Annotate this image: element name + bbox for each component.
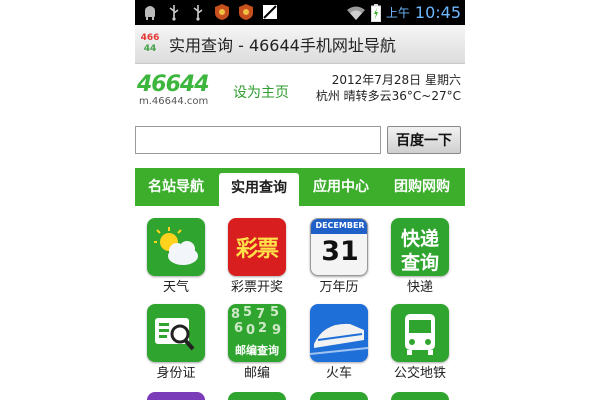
brand-url: m.46644.com xyxy=(139,96,209,107)
express-icon-text1: 快递 xyxy=(400,228,439,250)
site-logo[interactable]: 46644 m.46644.com xyxy=(137,72,210,108)
postcode-icon: 8575 6029 邮编查询 xyxy=(228,304,286,362)
wifi-icon xyxy=(346,6,365,20)
site-favicon: 466 44 xyxy=(139,32,161,56)
lottery-icon: 彩票 xyxy=(228,218,286,276)
id-card-icon xyxy=(147,304,205,362)
grid-item-label: 火车 xyxy=(325,366,352,381)
partial-tile[interactable] xyxy=(147,392,205,400)
svg-text:9: 9 xyxy=(272,323,281,338)
tab-famous-sites[interactable]: 名站导航 xyxy=(137,168,215,206)
train-icon xyxy=(310,304,368,362)
express-icon-text2: 查询 xyxy=(400,252,439,274)
set-homepage-link[interactable]: 设为主页 xyxy=(233,82,289,102)
svg-text:0: 0 xyxy=(246,323,255,338)
grid-item-express[interactable]: 快递 查询 快递 xyxy=(380,218,460,302)
partial-tile[interactable] xyxy=(391,392,449,400)
grid-item-label: 邮编 xyxy=(243,366,270,381)
svg-text:8: 8 xyxy=(231,307,240,322)
calendar-icon: DECEMBER 31 xyxy=(310,218,368,276)
grid-item-calendar[interactable]: DECEMBER 31 万年历 xyxy=(299,218,379,302)
date-text: 2012年7月28日 星期六 xyxy=(331,73,461,87)
svg-text:6: 6 xyxy=(234,321,243,336)
lottery-icon-text: 彩票 xyxy=(235,237,279,262)
grid-item-id-card[interactable]: 身份证 xyxy=(136,304,216,388)
battery-icon xyxy=(370,3,381,22)
grid-item-weather[interactable]: 天气 xyxy=(136,218,216,302)
grid-item-label: 万年历 xyxy=(319,280,359,295)
site-header: 46644 m.46644.com 设为主页 2012年7月28日 星期六 杭州… xyxy=(135,64,465,120)
svg-text:2: 2 xyxy=(258,321,267,336)
time-period: 上午 xyxy=(385,6,410,20)
grid-item-label: 公交地铁 xyxy=(393,366,446,381)
baidu-search-button[interactable]: 百度一下 xyxy=(387,126,461,154)
page-title: 实用查询 - 46644手机网址导航 xyxy=(169,36,396,55)
calendar-day: 31 xyxy=(321,236,359,267)
browser-title-bar: 466 44 实用查询 - 46644手机网址导航 xyxy=(135,25,465,64)
partial-tile[interactable] xyxy=(228,392,286,400)
notification-icons xyxy=(141,3,279,21)
brand-name: 46644 xyxy=(137,72,210,97)
tab-group-buying[interactable]: 团购网购 xyxy=(383,168,461,206)
phone-screen: 上午 10:45 466 44 实用查询 - 46644手机网址导航 46644… xyxy=(135,0,465,400)
grid-item-train[interactable]: 火车 xyxy=(299,304,379,388)
grid-item-label: 天气 xyxy=(162,280,189,295)
grid-item-bus[interactable]: 公交地铁 xyxy=(380,304,460,388)
bus-icon xyxy=(391,304,449,362)
system-status: 上午 10:45 xyxy=(346,0,461,25)
grid-item-label: 身份证 xyxy=(156,366,196,381)
grid-item-label: 彩票开奖 xyxy=(230,280,283,295)
grid-item-lottery[interactable]: 彩票 彩票开奖 xyxy=(217,218,297,302)
category-tabs: 名站导航 实用查询 应用中心 团购网购 xyxy=(135,168,465,206)
usb-icon xyxy=(193,5,203,21)
favicon-line1: 466 xyxy=(140,33,160,43)
svg-text:7: 7 xyxy=(256,307,265,322)
tab-practical-query[interactable]: 实用查询 xyxy=(219,173,299,206)
partial-tile[interactable] xyxy=(310,392,368,400)
weather-text: 杭州 晴转多云36°C~27°C xyxy=(315,89,461,103)
clock: 10:45 xyxy=(414,3,461,22)
postcode-icon-text: 邮编查询 xyxy=(235,344,279,357)
svg-text:5: 5 xyxy=(270,305,279,320)
calendar-month: DECEMBER xyxy=(315,221,365,230)
badge-icon xyxy=(239,4,253,20)
android-icon xyxy=(145,6,155,20)
tab-app-center[interactable]: 应用中心 xyxy=(303,168,379,206)
grid-item-label: 快递 xyxy=(406,280,433,295)
express-icon: 快递 查询 xyxy=(391,218,449,276)
search-bar: 百度一下 xyxy=(135,126,465,158)
svg-text:5: 5 xyxy=(243,305,252,320)
badge-icon xyxy=(215,4,229,20)
image-icon xyxy=(263,5,277,19)
search-input[interactable] xyxy=(135,126,381,154)
date-weather: 2012年7月28日 星期六 杭州 晴转多云36°C~27°C xyxy=(316,72,461,104)
status-bar: 上午 10:45 xyxy=(135,0,465,25)
favicon-line2: 44 xyxy=(143,44,157,54)
weather-icon xyxy=(147,218,205,276)
grid-item-postcode[interactable]: 8575 6029 邮编查询 邮编 xyxy=(217,304,297,388)
usb-icon xyxy=(169,5,179,21)
